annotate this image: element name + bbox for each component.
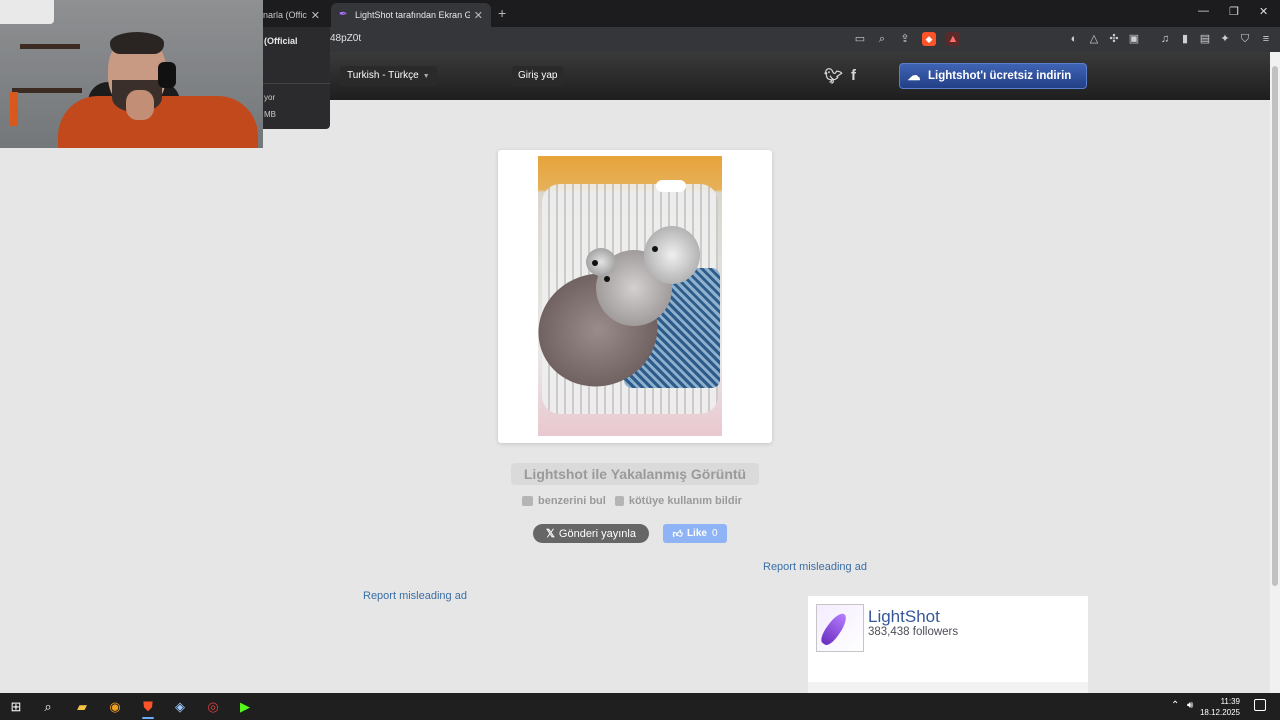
sidebar-icon[interactable]: ▮: [1178, 32, 1192, 46]
x-post-button[interactable]: 𝕏 Gönderi yayınla: [533, 524, 649, 543]
tab-title: LightShot tarafından Ekran Görün: [355, 10, 470, 20]
language-label: Turkish - Türkçe: [347, 70, 419, 81]
brave-shields-icon[interactable]: ◆: [922, 32, 936, 46]
overlay-menu-item[interactable]: yor: [264, 93, 275, 102]
steam-icon[interactable]: ◈: [169, 697, 191, 717]
find-similar-link[interactable]: benzerini bul: [522, 495, 606, 507]
chrome-icon[interactable]: ◉: [104, 697, 126, 717]
page-content: Turkish - Türkçe ▼ Giriş yap 🐦︎ f ☁ Light…: [0, 52, 1270, 693]
screenshot-card: [498, 150, 772, 443]
report-abuse-label: kötüye kullanım bildir: [628, 495, 742, 507]
divider: [263, 83, 330, 84]
webcam-overlay: [0, 0, 263, 148]
leo-icon[interactable]: ◐: [1067, 32, 1081, 46]
air-conditioner-shape: [0, 0, 54, 24]
screenshot-title: Lightshot ile Yakalanmış Görüntü: [511, 463, 759, 485]
download-cloud-icon: ☁: [907, 68, 921, 83]
download-button[interactable]: ☁ Lightshot'ı ücretsiz indirin: [899, 63, 1087, 89]
wallet-icon[interactable]: ▤: [1198, 32, 1212, 46]
windows-start-icon[interactable]: ⊞: [5, 697, 27, 717]
shield-icon[interactable]: ⛉: [1238, 32, 1252, 46]
tab-title: narla (Offici: [263, 10, 307, 20]
close-window-button[interactable]: ✕: [1259, 5, 1268, 18]
browser-tab-active[interactable]: ✒ LightShot tarafından Ekran Görün ✕: [331, 3, 491, 27]
system-clock[interactable]: 11:39 18.12.2025: [1200, 696, 1240, 718]
like-count: 0: [711, 528, 718, 539]
tray-overflow-icon[interactable]: ⌃: [1171, 700, 1179, 711]
brave-rewards-icon[interactable]: ▲: [946, 32, 960, 46]
headset-shape: [158, 62, 176, 88]
lightshot-logo[interactable]: [816, 604, 864, 652]
facebook-icon[interactable]: f: [851, 67, 856, 84]
facebook-like-button[interactable]: 👍︎ Like 0: [663, 524, 727, 543]
minimize-button[interactable]: —: [1198, 5, 1209, 17]
extensions-icon[interactable]: ✣: [1107, 32, 1121, 46]
parrot-shape: [586, 248, 616, 276]
url-text[interactable]: 48pZ0t: [330, 33, 361, 44]
thumbs-up-icon: 👍︎: [672, 528, 683, 540]
download-button-label: Lightshot'ı ücretsiz indirin: [928, 70, 1072, 82]
zoom-icon[interactable]: ⌕: [875, 32, 889, 46]
shelf-shape: [20, 44, 80, 49]
file-explorer-icon[interactable]: ▰: [71, 697, 93, 717]
clock-date: 18.12.2025: [1199, 708, 1240, 717]
facebook-page-widget: LightShot 383,438 followers: [808, 596, 1088, 693]
scarf-shape: [10, 92, 18, 126]
fb-page-name[interactable]: LightShot: [868, 607, 940, 627]
browser-tab[interactable]: narla (Offici ✕: [255, 3, 328, 27]
obs-icon[interactable]: ◎: [202, 697, 224, 717]
overlay-menu: (Official yor MB: [263, 27, 330, 129]
report-abuse-link[interactable]: kötüye kullanım bildir: [614, 495, 742, 507]
vpn-icon[interactable]: △: [1087, 32, 1101, 46]
volume-icon[interactable]: 🔊︎: [1187, 700, 1193, 711]
twitter-icon[interactable]: 🐦︎: [824, 67, 843, 85]
screenshot-image[interactable]: [538, 156, 722, 436]
ai-icon[interactable]: ✦: [1218, 32, 1232, 46]
tab-close-icon[interactable]: ✕: [311, 9, 320, 22]
report-misleading-ad-link[interactable]: Report misleading ad: [763, 561, 867, 573]
restore-button[interactable]: ❐: [1229, 5, 1239, 18]
menu-icon[interactable]: ≡: [1259, 32, 1273, 46]
scrollbar-thumb[interactable]: [1272, 66, 1278, 586]
find-similar-label: benzerini bul: [538, 495, 606, 507]
login-link[interactable]: Giriş yap: [512, 66, 564, 86]
basket-handle-shape: [656, 180, 686, 192]
language-selector[interactable]: Turkish - Türkçe ▼: [340, 66, 437, 86]
x-logo-icon: 𝕏: [546, 528, 555, 540]
fb-widget-footer: [808, 682, 1088, 693]
screenshot-icon[interactable]: ▣: [1127, 32, 1141, 46]
cast-icon[interactable]: ▭: [853, 32, 867, 46]
person-hair-shape: [110, 32, 164, 54]
share-icon[interactable]: ⇪: [898, 32, 912, 46]
chevron-down-icon: ▼: [422, 73, 430, 80]
person-hand-shape: [126, 90, 154, 120]
report-icon: [614, 496, 624, 506]
tab-close-icon[interactable]: ✕: [474, 9, 483, 22]
kick-icon[interactable]: ▶: [234, 697, 256, 717]
notification-icon[interactable]: [1254, 699, 1266, 711]
new-tab-button[interactable]: +: [498, 5, 506, 21]
fb-followers-count: 383,438 followers: [868, 626, 959, 638]
camera-icon: [522, 496, 533, 506]
lightshot-favicon-icon: ✒: [339, 9, 348, 20]
shelf-shape: [12, 88, 82, 93]
overlay-menu-item[interactable]: MB: [264, 110, 276, 119]
report-misleading-ad-link[interactable]: Report misleading ad: [363, 590, 467, 602]
x-post-label: Gönderi yayınla: [558, 527, 636, 540]
parrot-shape: [644, 226, 700, 284]
brave-browser-icon[interactable]: ⛊: [137, 697, 159, 719]
search-icon[interactable]: ⌕: [37, 697, 59, 717]
overlay-menu-title: (Official: [264, 36, 298, 46]
screenshot-actions: benzerini bul kötüye kullanım bildir: [522, 493, 751, 509]
windows-taskbar: ⊞ ⌕ ▰ ◉ ⛊ ◈ ◎ ▶ ⌃ 🔊︎ 11:39 18.12.2025: [0, 693, 1280, 720]
like-label: Like: [686, 528, 707, 539]
media-icon[interactable]: ♫: [1158, 32, 1172, 46]
clock-time: 11:39: [1220, 697, 1240, 706]
